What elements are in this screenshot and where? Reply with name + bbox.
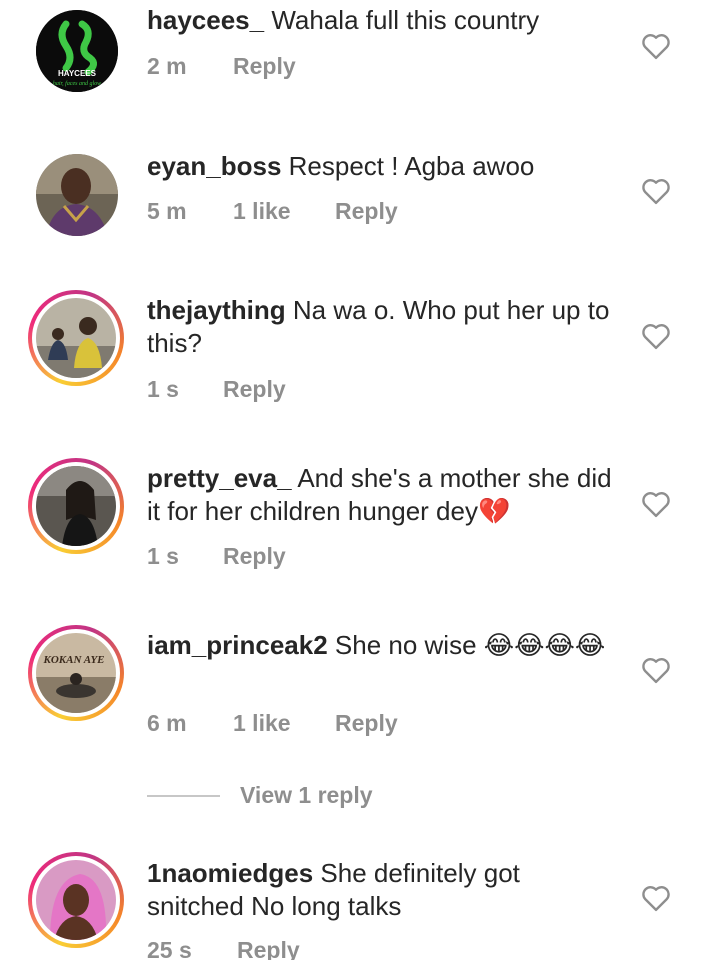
reply-button[interactable]: Reply [237,937,300,960]
comment-text: iam_princeak2 She no wise 😂😂😂😂 [147,629,617,662]
comment-meta: 1 s Reply [147,376,286,403]
comment-text: 1naomiedges She definitely got snitched … [147,857,617,923]
comment-body: Wahala full this country [271,5,540,35]
heart-outline-icon[interactable] [641,322,671,350]
avatar[interactable]: HAYCEES hair, faces and glow [36,10,118,92]
comment-time: 5 m [147,198,187,224]
comment-meta: 5 m 1 like Reply [147,198,398,225]
profile-photo-icon [36,466,116,546]
avatar[interactable]: KOKAN AYE [36,633,116,713]
reply-button[interactable]: Reply [233,53,296,80]
comment-body: Respect ! Agba awoo [288,151,535,181]
reply-button[interactable]: Reply [335,710,398,737]
avatar[interactable] [36,860,116,940]
story-ring[interactable] [28,290,124,386]
reply-button[interactable]: Reply [335,198,398,225]
comment-time: 2 m [147,53,187,79]
story-ring[interactable] [28,852,124,948]
comment-text: pretty_eva_ And she's a mother she did i… [147,462,617,528]
comment-text: eyan_boss Respect ! Agba awoo [147,150,617,183]
profile-photo-icon: KOKAN AYE [36,633,116,713]
comment-time: 6 m [147,710,187,736]
heart-outline-icon[interactable] [641,490,671,518]
comment-meta: 25 s Reply [147,937,300,960]
comment-username[interactable]: 1naomiedges [147,858,313,888]
comment-text: haycees_ Wahala full this country [147,4,617,37]
heart-outline-icon[interactable] [641,32,671,60]
avatar[interactable] [36,298,116,378]
likes-count[interactable]: 1 like [233,198,335,225]
profile-photo-icon [36,860,116,940]
reply-thread-divider [147,795,220,797]
svg-text:KOKAN AYE: KOKAN AYE [42,654,104,666]
comment-meta: 1 s Reply [147,543,286,570]
profile-photo-icon [36,154,118,236]
haycees-logo-icon: HAYCEES hair, faces and glow [36,10,118,92]
heart-outline-icon[interactable] [641,177,671,205]
comment-time: 25 s [147,937,192,960]
heart-outline-icon[interactable] [641,656,671,684]
comment-text: thejaything Na wa o. Who put her up to t… [147,294,617,360]
comment-username[interactable]: thejaything [147,295,286,325]
profile-photo-icon [36,298,116,378]
avatar[interactable] [36,466,116,546]
comment-meta: 2 m Reply [147,53,296,80]
comment-time: 1 s [147,543,179,569]
comment-meta: 6 m 1 like Reply [147,710,398,737]
story-ring[interactable]: KOKAN AYE [28,625,124,721]
comment-username[interactable]: haycees_ [147,5,264,35]
comment-username[interactable]: pretty_eva_ [147,463,292,493]
svg-text:hair, faces and glow: hair, faces and glow [53,80,101,87]
avatar[interactable] [36,154,118,236]
story-ring[interactable] [28,458,124,554]
view-replies-label[interactable]: View 1 reply [240,782,373,809]
comment-username[interactable]: iam_princeak2 [147,630,328,660]
reply-button[interactable]: Reply [223,543,286,570]
heart-outline-icon[interactable] [641,884,671,912]
likes-count[interactable]: 1 like [233,710,335,737]
reply-button[interactable]: Reply [223,376,286,403]
comment-username[interactable]: eyan_boss [147,151,281,181]
svg-text:HAYCEES: HAYCEES [58,69,97,78]
comment-time: 1 s [147,376,179,402]
comment-body: She no wise 😂😂😂😂 [334,630,606,660]
